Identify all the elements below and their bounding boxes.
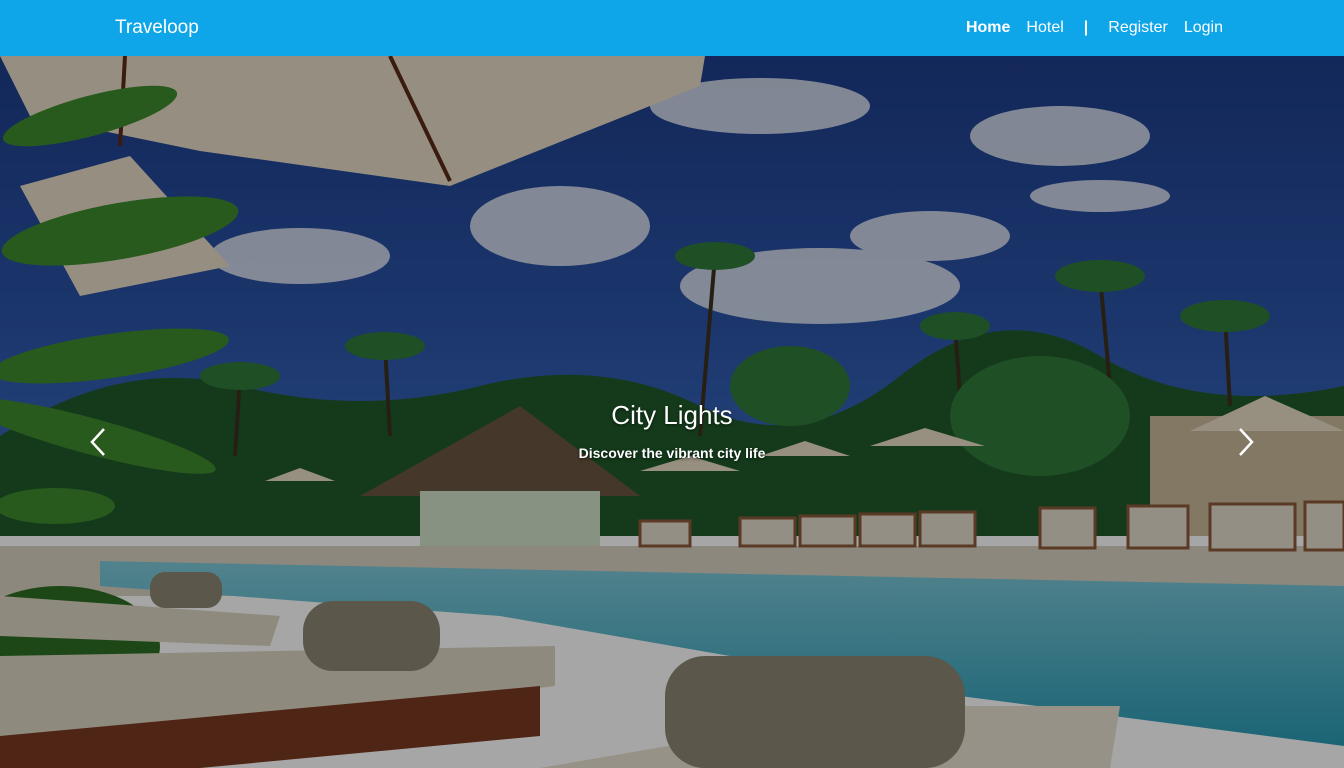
hero-carousel: City Lights Discover the vibrant city li…	[0, 56, 1344, 768]
nav-link-login[interactable]: Login	[1184, 19, 1223, 37]
nav-links: Home Hotel | Register Login	[966, 19, 1223, 37]
brand-logo[interactable]: Traveloop	[115, 17, 199, 39]
carousel-prev-button[interactable]	[83, 422, 113, 462]
nav-separator: |	[1083, 19, 1089, 36]
nav-link-hotel[interactable]: Hotel	[1026, 19, 1063, 37]
nav-link-home[interactable]: Home	[966, 19, 1010, 37]
nav-link-register[interactable]: Register	[1108, 19, 1168, 37]
chevron-left-icon	[90, 428, 105, 456]
carousel-title: City Lights	[611, 400, 733, 430]
chevron-right-icon	[1239, 428, 1254, 456]
carousel-subtitle: Discover the vibrant city life	[578, 445, 766, 461]
top-navbar: Traveloop Home Hotel | Register Login	[0, 0, 1344, 56]
carousel-next-button[interactable]	[1231, 422, 1261, 462]
